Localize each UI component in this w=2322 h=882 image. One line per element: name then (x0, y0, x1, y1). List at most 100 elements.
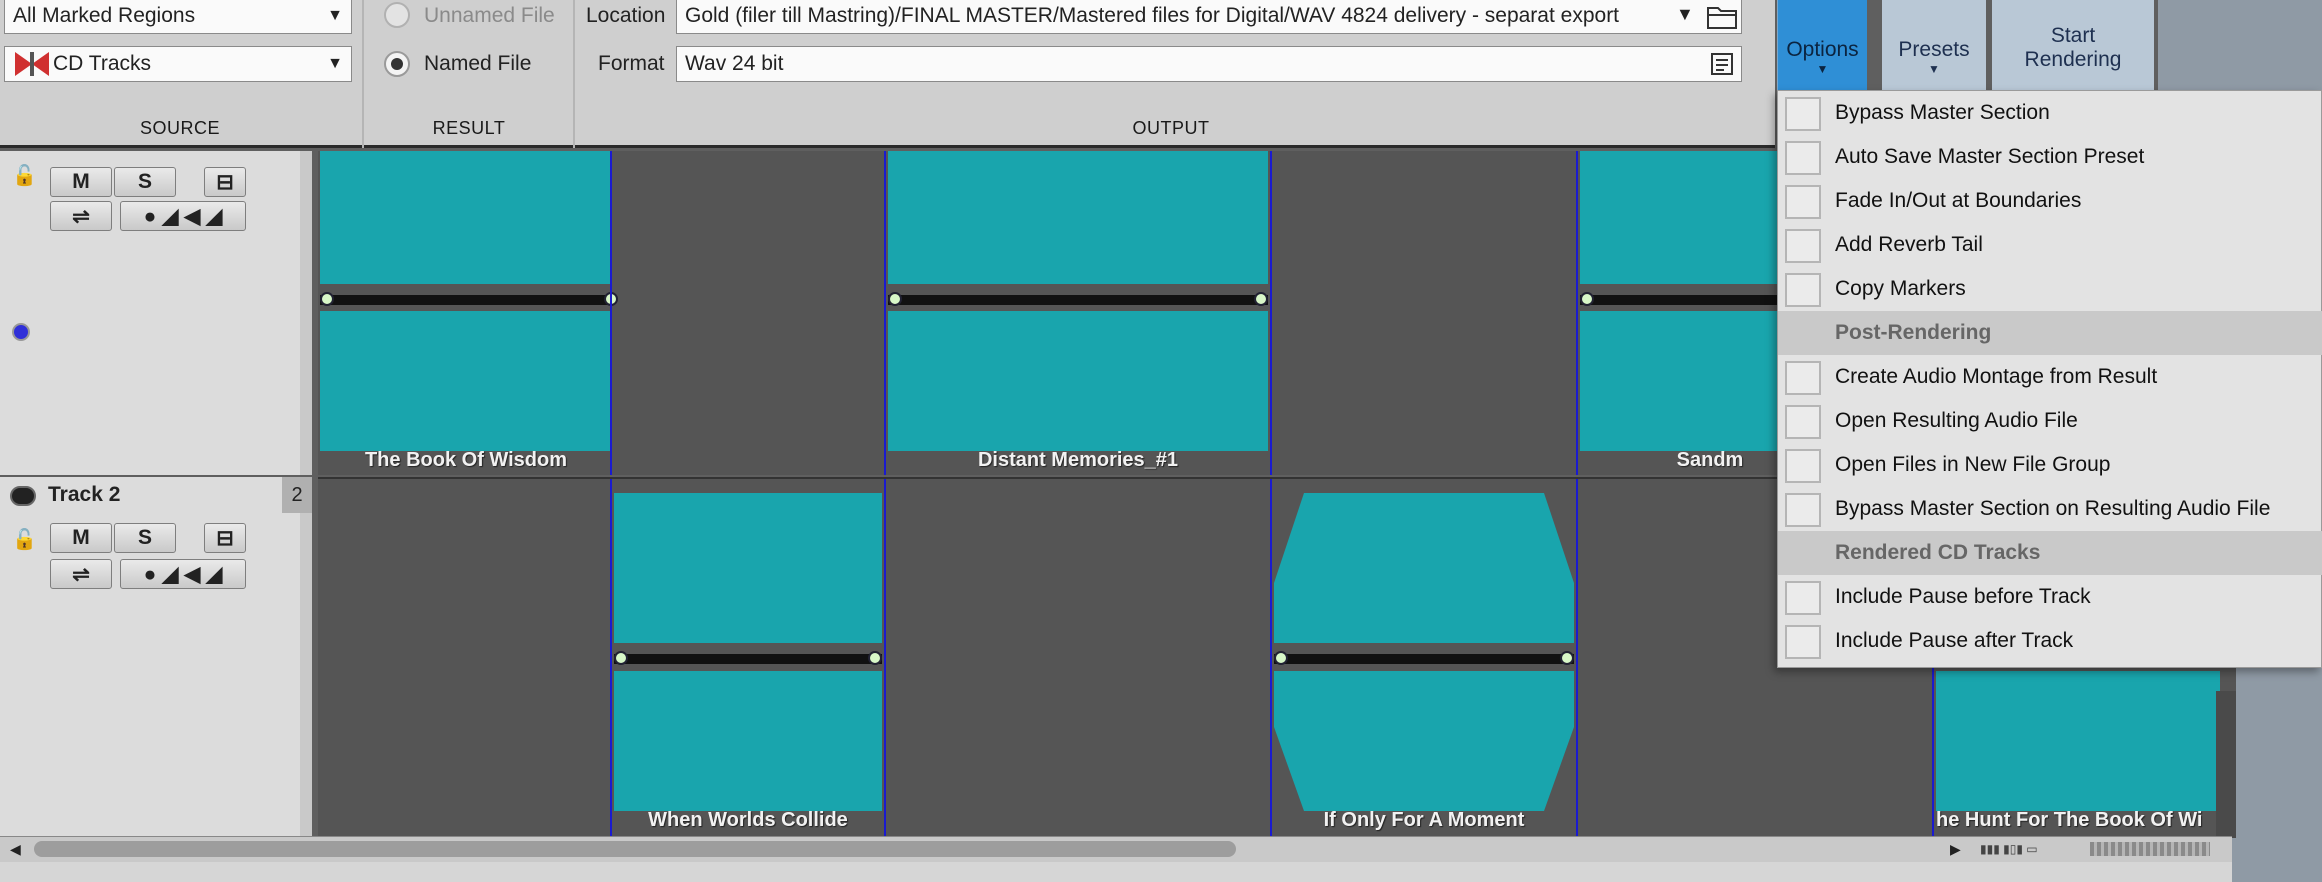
menu-item-pause-before[interactable]: Include Pause before Track (1778, 575, 2322, 619)
menu-item-fade-boundaries[interactable]: Fade In/Out at Boundaries (1778, 179, 2322, 223)
menu-item-bypass-master[interactable]: Bypass Master Section (1778, 91, 2322, 135)
fade-handle[interactable] (1560, 651, 1574, 665)
location-dropdown-icon[interactable]: ▼ (1676, 4, 1694, 25)
track-active-indicator[interactable] (12, 323, 30, 341)
options-button-label: Options (1786, 38, 1859, 61)
record-icon[interactable]: ● ◢ ◀ ◢ (120, 559, 246, 589)
checkbox[interactable] (1785, 141, 1821, 175)
named-file-label: Named File (424, 52, 532, 75)
menu-item-reverb-tail[interactable]: Add Reverb Tail (1778, 223, 2322, 267)
effects-icon[interactable]: ⇌ (50, 201, 112, 231)
waveform-top (320, 151, 612, 284)
format-label: Format (598, 52, 665, 75)
named-file-radio[interactable] (384, 51, 410, 77)
vertical-scrollbar[interactable] (2216, 691, 2236, 838)
fade-handle[interactable] (1254, 292, 1268, 306)
clip-boundary[interactable] (1270, 151, 1272, 475)
clip-boundary[interactable] (884, 479, 886, 838)
menu-item-pause-after[interactable]: Include Pause after Track (1778, 619, 2322, 663)
mute-button[interactable]: M (50, 167, 112, 197)
options-button[interactable]: Options ▼ (1777, 0, 1867, 90)
record-icon[interactable]: ● ◢ ◀ ◢ (120, 201, 246, 231)
track-toggle-icon[interactable] (10, 486, 36, 506)
scroll-left-icon[interactable]: ◀ (10, 841, 21, 858)
folder-icon[interactable] (1706, 2, 1738, 30)
zoom-slider[interactable] (2090, 842, 2210, 856)
fade-line (1274, 654, 1574, 664)
effects-icon[interactable]: ⇌ (50, 559, 112, 589)
render-settings-panel: All Marked Regions ▼ CD Tracks ▼ SOURCE … (0, 0, 1775, 148)
menu-item-label: Open Resulting Audio File (1835, 409, 2078, 432)
checkbox[interactable] (1785, 493, 1821, 527)
notes-icon[interactable] (1708, 50, 1736, 78)
chevron-down-icon: ▼ (1928, 62, 1940, 76)
clip-boundary[interactable] (610, 151, 612, 475)
location-value: Gold (filer till Mastring)/FINAL MASTER/… (685, 4, 1620, 27)
unnamed-file-radio[interactable] (384, 2, 410, 28)
clip-label: If Only For A Moment (1323, 809, 1525, 831)
format-field[interactable]: Wav 24 bit (676, 46, 1742, 82)
checkbox[interactable] (1785, 405, 1821, 439)
chevron-down-icon: ▼ (327, 55, 343, 72)
format-value: Wav 24 bit (685, 52, 784, 75)
source-type-dropdown[interactable]: CD Tracks ▼ (4, 46, 352, 82)
fade-line (320, 295, 612, 305)
clip-boundary[interactable] (1576, 151, 1578, 475)
fade-handle[interactable] (868, 651, 882, 665)
routing-icon[interactable]: ⊟ (204, 167, 246, 197)
cd-icon (15, 52, 49, 76)
clip-boundary[interactable] (1576, 479, 1578, 838)
solo-button[interactable]: S (114, 523, 176, 553)
checkbox[interactable] (1785, 97, 1821, 131)
presets-button[interactable]: Presets ▼ (1882, 0, 1986, 90)
menu-item-copy-markers[interactable]: Copy Markers (1778, 267, 2322, 311)
checkbox[interactable] (1785, 229, 1821, 263)
checkbox[interactable] (1785, 361, 1821, 395)
clip-boundary[interactable] (610, 479, 612, 838)
menu-item-open-new-group[interactable]: Open Files in New File Group (1778, 443, 2322, 487)
lock-icon[interactable]: 🔓 (12, 163, 37, 187)
location-field[interactable]: Gold (filer till Mastring)/FINAL MASTER/… (676, 0, 1742, 34)
zoom-icon[interactable]: ▮▮▮ ▮▯▮ ▭ (1980, 842, 2080, 856)
waveform-top (614, 493, 882, 643)
checkbox[interactable] (1785, 625, 1821, 659)
mute-button[interactable]: M (50, 523, 112, 553)
clip-boundary[interactable] (884, 151, 886, 475)
menu-item-create-montage[interactable]: Create Audio Montage from Result (1778, 355, 2322, 399)
menu-header-cd-tracks: Rendered CD Tracks (1778, 531, 2322, 575)
fade-handle[interactable] (1580, 292, 1594, 306)
menu-item-label: Add Reverb Tail (1835, 233, 1983, 256)
menu-item-bypass-on-result[interactable]: Bypass Master Section on Resulting Audio… (1778, 487, 2322, 531)
solo-button[interactable]: S (114, 167, 176, 197)
output-section-label: OUTPUT (1132, 118, 1210, 138)
fade-line (888, 295, 1268, 305)
clip-boundary[interactable] (1270, 479, 1272, 838)
routing-icon[interactable]: ⊟ (204, 523, 246, 553)
source-range-value: All Marked Regions (13, 4, 196, 27)
scrollbar-thumb[interactable] (34, 841, 1236, 857)
waveform-bottom (1936, 671, 2220, 811)
fade-handle[interactable] (888, 292, 902, 306)
track-header-edge (300, 151, 312, 475)
menu-item-label: Include Pause after Track (1835, 629, 2074, 652)
location-label: Location (586, 4, 666, 27)
lock-icon[interactable]: 🔓 (12, 527, 37, 551)
scroll-right-icon[interactable]: ▶ (1950, 841, 1961, 858)
menu-item-label: Open Files in New File Group (1835, 453, 2111, 476)
checkbox[interactable] (1785, 449, 1821, 483)
track-name[interactable]: Track 2 (48, 483, 120, 507)
chevron-down-icon: ▼ (1816, 62, 1829, 76)
checkbox[interactable] (1785, 581, 1821, 615)
track-2-header: Track 2 2 🔓 M S ⊟ ⇌ ● ◢ ◀ ◢ (0, 477, 312, 836)
fade-handle[interactable] (614, 651, 628, 665)
source-range-dropdown[interactable]: All Marked Regions ▼ (4, 0, 352, 34)
menu-item-open-result[interactable]: Open Resulting Audio File (1778, 399, 2322, 443)
fade-handle[interactable] (1274, 651, 1288, 665)
menu-item-auto-save-preset[interactable]: Auto Save Master Section Preset (1778, 135, 2322, 179)
start-rendering-button[interactable]: Start Rendering (1992, 0, 2154, 90)
fade-handle[interactable] (320, 292, 334, 306)
options-menu: Bypass Master Section Auto Save Master S… (1777, 90, 2322, 668)
checkbox[interactable] (1785, 273, 1821, 307)
checkbox[interactable] (1785, 185, 1821, 219)
result-section-label: RESULT (432, 118, 506, 138)
